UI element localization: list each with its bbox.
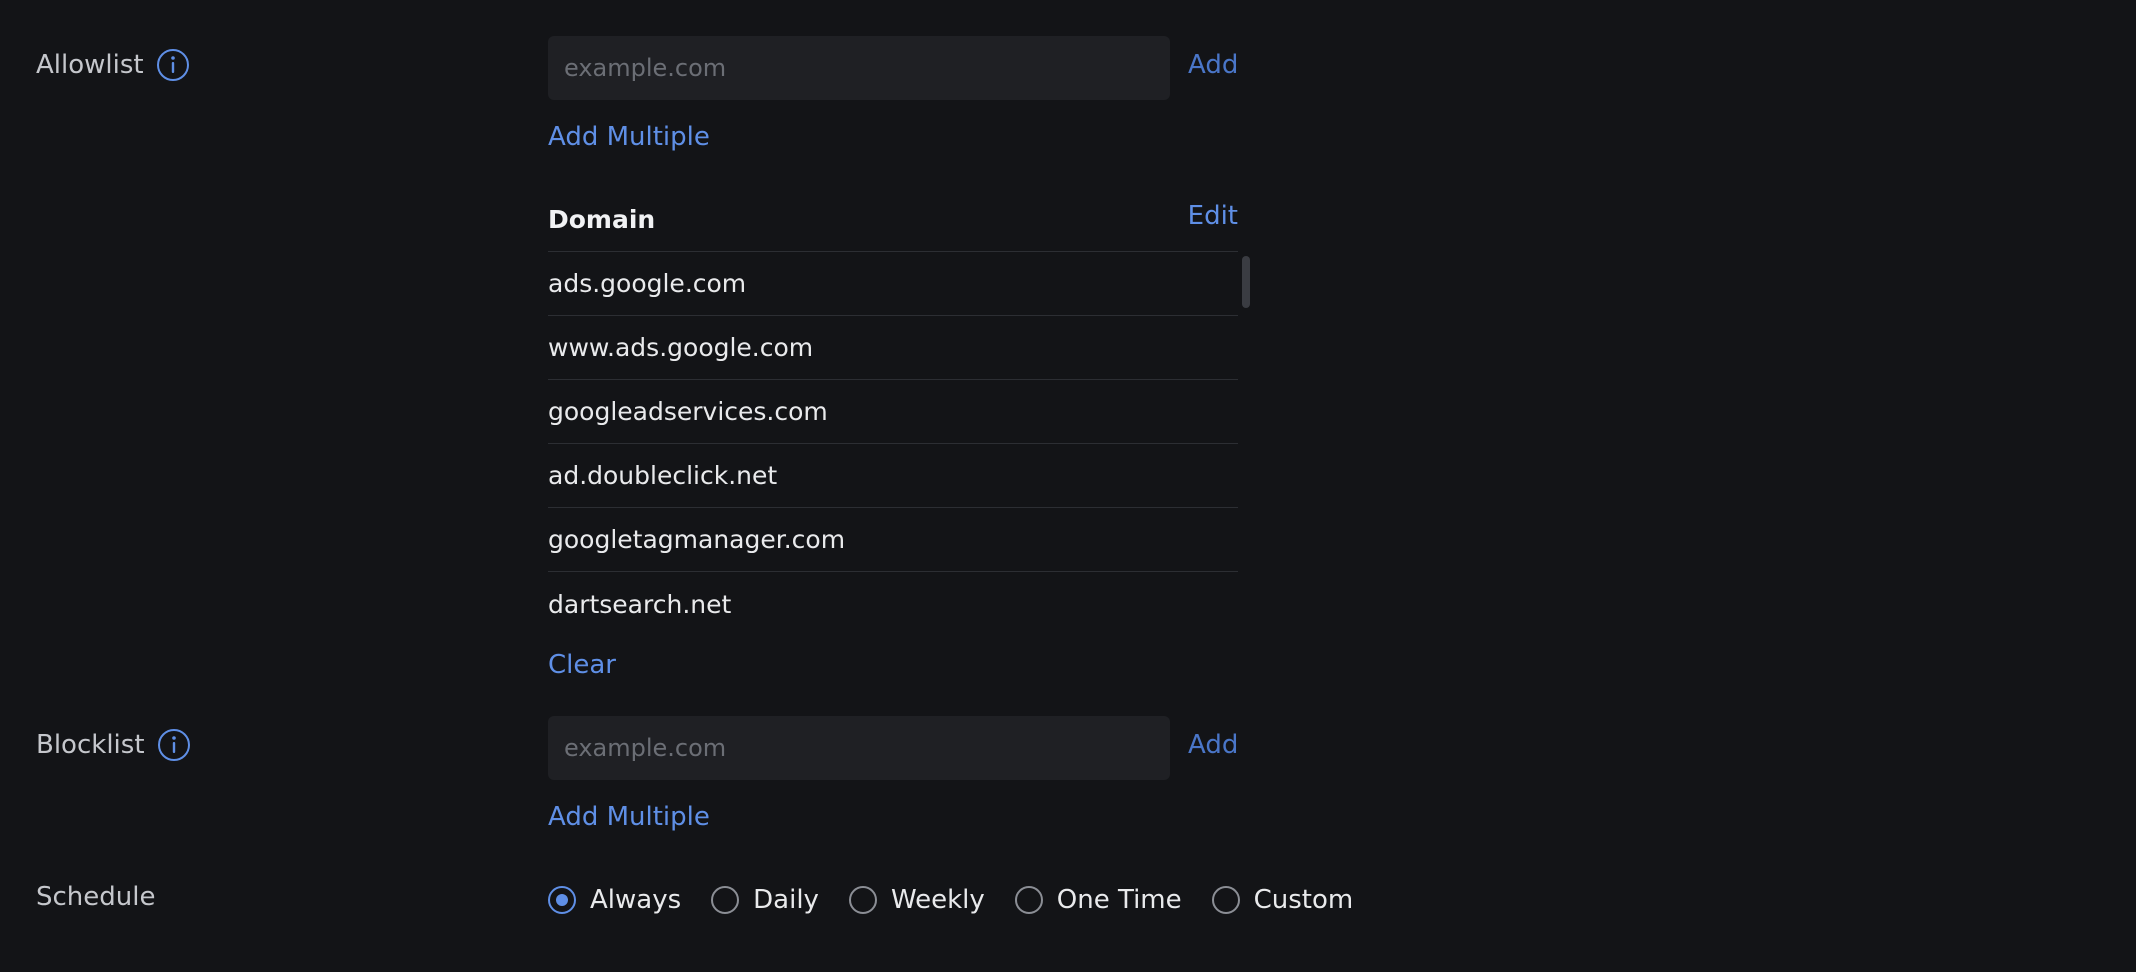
- blocklist-label: Blocklist: [36, 730, 145, 760]
- table-row[interactable]: www.ads.google.com: [548, 316, 1238, 380]
- radio-unselected-icon[interactable]: [1014, 886, 1043, 914]
- info-icon[interactable]: [156, 48, 190, 82]
- edit-button[interactable]: Edit: [1188, 201, 1238, 231]
- schedule-option-daily[interactable]: Daily: [711, 885, 819, 915]
- allowlist-domain-input[interactable]: [548, 36, 1170, 100]
- allowlist-table: Domain Edit ads.google.com www.ads.googl…: [548, 195, 1238, 636]
- schedule-option-one-time[interactable]: One Time: [1014, 885, 1182, 915]
- radio-unselected-icon[interactable]: [711, 886, 740, 914]
- radio-label: One Time: [1056, 885, 1182, 915]
- allowlist-add-button[interactable]: Add: [1188, 50, 1238, 80]
- radio-label: Weekly: [890, 885, 985, 915]
- schedule-row-label: Schedule: [36, 882, 155, 912]
- radio-selected-icon[interactable]: [548, 886, 576, 914]
- table-row[interactable]: ads.google.com: [548, 252, 1238, 316]
- radio-unselected-icon[interactable]: [1211, 886, 1240, 914]
- schedule-option-custom[interactable]: Custom: [1211, 885, 1354, 915]
- allowlist-row-label: Allowlist: [36, 48, 190, 82]
- schedule-option-weekly[interactable]: Weekly: [848, 885, 985, 915]
- blocklist-add-button[interactable]: Add: [1188, 730, 1238, 760]
- schedule-label: Schedule: [36, 882, 156, 912]
- domain-column-header: Domain: [548, 205, 656, 234]
- radio-label: Daily: [753, 885, 819, 915]
- radio-label: Custom: [1253, 885, 1354, 915]
- table-scrollbar[interactable]: [1242, 256, 1250, 308]
- table-row[interactable]: googletagmanager.com: [548, 508, 1238, 572]
- content-filter-settings: Allowlist Add Add Multiple Domain Edit a…: [0, 0, 2136, 972]
- allowlist-label: Allowlist: [36, 50, 144, 80]
- table-header: Domain Edit: [548, 195, 1238, 252]
- schedule-option-always[interactable]: Always: [548, 885, 681, 915]
- schedule-radio-group: Always Daily Weekly One Time Custom: [548, 882, 1383, 918]
- info-icon[interactable]: [157, 728, 191, 762]
- blocklist-domain-input[interactable]: [548, 716, 1170, 780]
- radio-label: Always: [590, 885, 682, 915]
- blocklist-add-multiple-button[interactable]: Add Multiple: [548, 802, 710, 832]
- radio-unselected-icon[interactable]: [848, 886, 877, 914]
- table-row[interactable]: dartsearch.net: [548, 572, 1238, 636]
- table-row[interactable]: googleadservices.com: [548, 380, 1238, 444]
- allowlist-clear-button[interactable]: Clear: [548, 650, 616, 680]
- table-rows[interactable]: ads.google.com www.ads.google.com google…: [548, 252, 1238, 636]
- allowlist-add-multiple-button[interactable]: Add Multiple: [548, 122, 710, 152]
- blocklist-row-label: Blocklist: [36, 728, 191, 762]
- table-row[interactable]: ad.doubleclick.net: [548, 444, 1238, 508]
